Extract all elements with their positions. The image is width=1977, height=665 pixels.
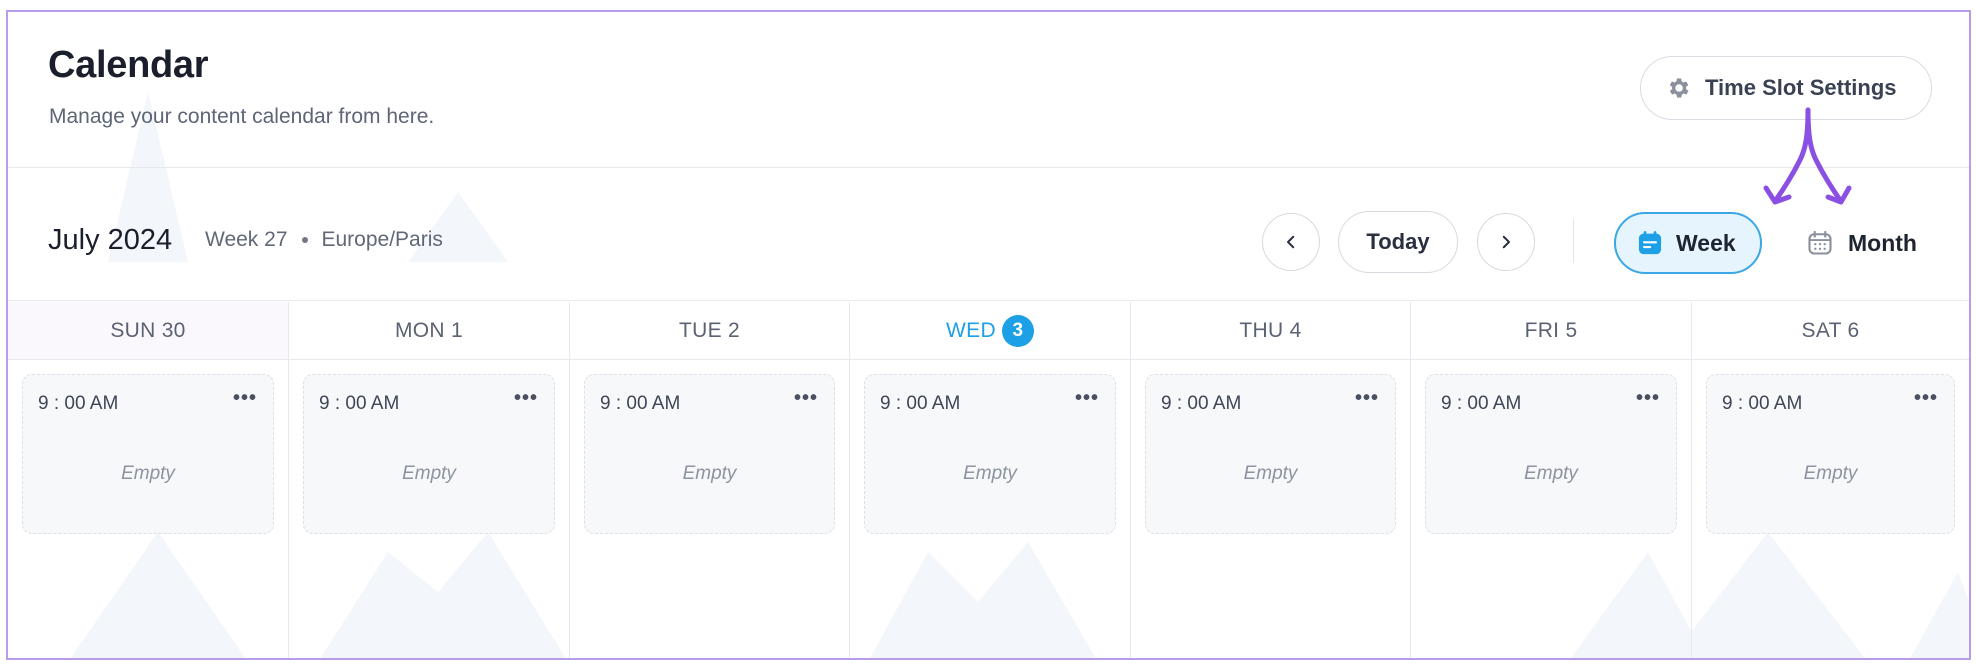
- day-column: SUN 30 9 : 00 AM ••• Empty: [8, 302, 289, 658]
- time-slot-settings-button[interactable]: Time Slot Settings: [1640, 56, 1932, 120]
- more-options-button[interactable]: •••: [514, 387, 538, 410]
- time-slot[interactable]: 9 : 00 AM ••• Empty: [584, 374, 835, 534]
- day-label: SUN 30: [110, 318, 186, 342]
- chevron-right-icon: [1502, 235, 1510, 249]
- week-view-label: Week: [1676, 229, 1736, 256]
- calendar-week-icon: [1638, 231, 1662, 255]
- current-period: July 2024: [48, 224, 173, 256]
- page-header: Calendar Manage your content calendar fr…: [8, 12, 1969, 168]
- period-meta: Week 27 Europe/Paris: [205, 228, 443, 252]
- slot-empty-text: Empty: [121, 463, 175, 484]
- day-label: TUE 2: [678, 318, 740, 342]
- time-slot[interactable]: 9 : 00 AM ••• Empty: [303, 374, 555, 534]
- today-button[interactable]: Today: [1338, 211, 1458, 273]
- time-slot[interactable]: 9 : 00 AM ••• Empty: [22, 374, 274, 534]
- gear-icon: [1669, 78, 1689, 98]
- day-column: THU 4 9 : 00 AM ••• Empty: [1131, 302, 1411, 658]
- day-header: MON 1: [289, 302, 569, 360]
- day-label: WED: [946, 318, 996, 342]
- time-slot[interactable]: 9 : 00 AM ••• Empty: [1145, 374, 1396, 534]
- day-label: MON 1: [394, 318, 463, 342]
- slot-empty-text: Empty: [963, 463, 1017, 484]
- slot-time: 9 : 00 AM: [319, 393, 400, 414]
- slot-empty-text: Empty: [1524, 463, 1578, 484]
- slot-time: 9 : 00 AM: [600, 393, 681, 414]
- page-subtitle: Manage your content calendar from here.: [49, 105, 435, 128]
- day-column: WED 3 9 : 00 AM ••• Empty: [850, 302, 1131, 658]
- slot-empty-text: Empty: [1243, 463, 1298, 484]
- week-view-button[interactable]: Week: [1614, 212, 1762, 274]
- day-label: FRI 5: [1524, 318, 1578, 342]
- next-week-button[interactable]: [1477, 213, 1535, 271]
- slot-time: 9 : 00 AM: [1441, 393, 1522, 414]
- slot-time: 9 : 00 AM: [880, 393, 961, 414]
- slot-empty-text: Empty: [402, 463, 456, 484]
- calendar-panel: Calendar Manage your content calendar fr…: [6, 10, 1971, 660]
- day-header: TUE 2: [570, 302, 849, 360]
- week-grid: SUN 30 9 : 00 AM ••• Empty MON 1 9 : 00 …: [8, 302, 1969, 658]
- day-column: TUE 2 9 : 00 AM ••• Empty: [570, 302, 850, 658]
- calendar-toolbar: July 2024 Week 27 Europe/Paris Today Wee…: [8, 169, 1969, 301]
- timezone: Europe/Paris: [321, 228, 443, 251]
- separator-dot: [301, 237, 308, 243]
- day-header-today: WED 3: [850, 302, 1130, 360]
- day-column: MON 1 9 : 00 AM ••• Empty: [289, 302, 570, 658]
- month-view-button[interactable]: Month: [1794, 212, 1934, 274]
- previous-week-button[interactable]: [1262, 213, 1320, 271]
- more-options-button[interactable]: •••: [1075, 387, 1099, 410]
- day-column: SAT 6 9 : 00 AM ••• Empty: [1692, 302, 1969, 658]
- day-header: SUN 30: [8, 302, 288, 360]
- toolbar-divider: [1573, 219, 1574, 263]
- time-slot[interactable]: 9 : 00 AM ••• Empty: [1706, 374, 1955, 534]
- page-title: Calendar: [48, 44, 209, 86]
- more-options-button[interactable]: •••: [1355, 387, 1379, 410]
- day-header: FRI 5: [1411, 302, 1691, 360]
- day-column: FRI 5 9 : 00 AM ••• Empty: [1411, 302, 1692, 658]
- slot-empty-text: Empty: [682, 463, 737, 484]
- time-slot-settings-label: Time Slot Settings: [1705, 75, 1897, 100]
- more-options-button[interactable]: •••: [794, 387, 818, 410]
- slot-time: 9 : 00 AM: [1722, 393, 1803, 414]
- slot-empty-text: Empty: [1803, 463, 1858, 484]
- day-label: THU 4: [1239, 318, 1302, 342]
- more-options-button[interactable]: •••: [233, 387, 257, 410]
- week-number: Week 27: [205, 228, 288, 251]
- day-header: THU 4: [1131, 302, 1410, 360]
- month-view-label: Month: [1848, 229, 1917, 256]
- calendar-month-icon: [1808, 230, 1832, 255]
- today-date-badge: 3: [1001, 314, 1034, 347]
- time-slot[interactable]: 9 : 00 AM ••• Empty: [1425, 374, 1677, 534]
- slot-time: 9 : 00 AM: [1161, 393, 1242, 414]
- day-label: SAT 6: [1801, 318, 1860, 342]
- more-options-button[interactable]: •••: [1914, 387, 1938, 410]
- chevron-left-icon: [1287, 235, 1295, 249]
- slot-time: 9 : 00 AM: [38, 393, 119, 414]
- more-options-button[interactable]: •••: [1636, 387, 1660, 410]
- time-slot[interactable]: 9 : 00 AM ••• Empty: [864, 374, 1116, 534]
- day-header: SAT 6: [1692, 302, 1969, 360]
